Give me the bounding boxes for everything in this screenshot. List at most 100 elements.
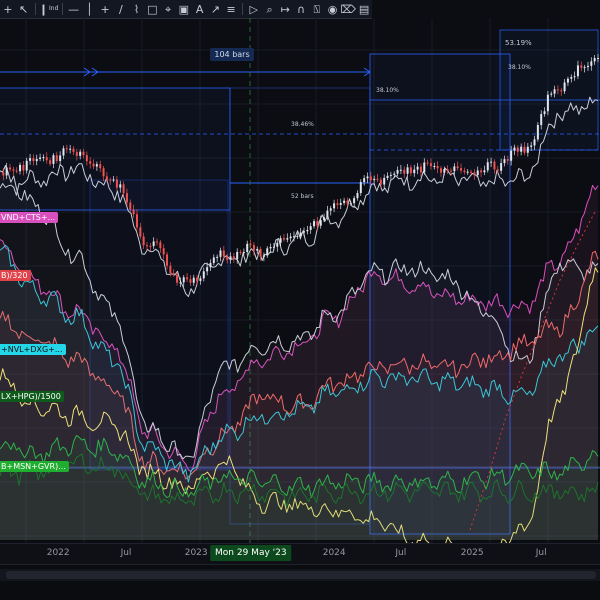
legend-item[interactable]: +NVL+DXG+... xyxy=(0,344,66,355)
text-icon[interactable]: A xyxy=(192,1,208,18)
candle-body xyxy=(12,169,15,171)
candle-body xyxy=(15,170,18,172)
candle-body xyxy=(356,193,359,199)
candle-body xyxy=(75,152,78,156)
candle-body xyxy=(329,208,332,211)
candle-body xyxy=(129,202,132,210)
zoom-icon[interactable]: ⌕ xyxy=(262,1,278,18)
candle-body xyxy=(79,151,82,156)
candle-body xyxy=(450,170,453,172)
candle-body xyxy=(32,158,35,162)
toolbar-glyph: ∕ xyxy=(119,2,123,16)
trash-icon[interactable]: ⌦ xyxy=(340,1,357,18)
magnet-icon[interactable]: ∩ xyxy=(293,1,309,18)
candle-body xyxy=(566,78,569,83)
candle-body xyxy=(19,164,22,172)
legend-item[interactable]: B+MSN+GVR)... xyxy=(0,461,69,472)
candle-body xyxy=(389,174,392,176)
candle-body xyxy=(142,236,145,246)
candle-body xyxy=(99,164,102,169)
candle-body xyxy=(379,179,382,185)
candle-body xyxy=(55,155,58,162)
legend-item[interactable]: B)/320 xyxy=(0,270,31,281)
percent-label: 38.10% xyxy=(508,64,531,71)
candle-body xyxy=(169,265,172,274)
candle-body xyxy=(463,170,466,173)
toolbar-glyph: ↗ xyxy=(210,2,220,16)
candle-body xyxy=(2,172,5,176)
candle-body xyxy=(526,146,529,153)
candle-body xyxy=(336,203,339,205)
candle-body xyxy=(403,169,406,174)
candle-body xyxy=(503,159,506,164)
candle-body xyxy=(396,170,399,174)
crosshair-icon[interactable]: + xyxy=(0,1,16,18)
candle-body xyxy=(513,147,516,151)
fib-icon[interactable]: ≡ xyxy=(223,1,239,18)
candle-body xyxy=(496,169,499,171)
toolbar-glyph: ⌇ xyxy=(133,2,140,16)
pin-icon[interactable]: ⌖ xyxy=(160,1,176,18)
candle-body xyxy=(59,155,62,162)
rectangle-icon[interactable]: □ xyxy=(144,1,160,18)
time-axis[interactable]: 2022 Jul 2023 2024 Jul 2025 Jul Mon 29 May '23 xyxy=(0,543,600,564)
candle-body xyxy=(229,256,232,260)
measure-icon[interactable]: ▣ xyxy=(176,1,192,18)
legend-item[interactable]: VND+CTS+... xyxy=(0,212,59,223)
vertical-line-icon[interactable]: │ xyxy=(81,1,97,18)
toolbar-glyph: ▤ xyxy=(358,2,370,16)
candle-body xyxy=(212,257,215,264)
candle-body xyxy=(346,200,349,204)
cursor-icon[interactable]: ↖ xyxy=(16,1,32,18)
candle-body xyxy=(139,227,142,237)
chart-type-icon[interactable]: ❙ Ind xyxy=(38,1,59,18)
drawing-toolbar: + ↖ ❙ Ind — │ + ∕ ⌇ □ ⌖ ▣ A ↗ ≡ ▷ ⌕ ↦ ∩ ⍂ ◉ ⌦ ▤ xyxy=(0,0,372,19)
time-tick-label: Jul xyxy=(120,548,132,558)
horizontal-line-icon[interactable]: — xyxy=(66,1,82,18)
cross-line-icon[interactable]: + xyxy=(97,1,113,18)
candle-body xyxy=(500,163,503,171)
ruler-icon[interactable]: ↦ xyxy=(277,1,293,18)
candle-body xyxy=(353,198,356,204)
candle-body xyxy=(95,164,98,167)
candle-body xyxy=(426,162,429,164)
scrollbar-thumb[interactable] xyxy=(6,571,596,579)
candle-body xyxy=(299,232,302,237)
toolbar-glyph: ⌦ xyxy=(340,2,357,16)
candle-body xyxy=(453,166,456,172)
candle-body xyxy=(313,221,316,227)
candle-body xyxy=(326,210,329,218)
layers-icon[interactable]: ▤ xyxy=(356,1,372,18)
candle-body xyxy=(546,94,549,112)
candle-body xyxy=(399,169,402,171)
candle-body xyxy=(69,148,72,150)
lock-icon[interactable]: ⍂ xyxy=(309,1,325,18)
candle-body xyxy=(570,77,573,79)
toolbar-glyph: ▷ xyxy=(249,2,259,16)
candle-body xyxy=(232,256,235,259)
candle-body xyxy=(22,164,25,171)
time-tick-label: 2022 xyxy=(46,548,70,558)
arrow-icon[interactable]: ↗ xyxy=(207,1,223,18)
chart-canvas[interactable] xyxy=(0,18,600,543)
toolbar-glyph: + xyxy=(3,2,13,16)
candle-body xyxy=(279,238,282,243)
replay-icon[interactable]: ▷ xyxy=(246,1,262,18)
percent-label: 53.19% xyxy=(505,39,532,47)
candle-body xyxy=(550,93,553,95)
legend-item[interactable]: LX+HPG)/1500 xyxy=(0,391,64,402)
path-icon[interactable]: ⌇ xyxy=(129,1,145,18)
candle-body xyxy=(259,248,262,257)
candle-body xyxy=(286,238,289,240)
candle-body xyxy=(92,163,95,167)
trend-line-icon[interactable]: ∕ xyxy=(113,1,129,18)
candle-body xyxy=(339,202,342,205)
bottom-panel xyxy=(0,564,600,600)
candle-body xyxy=(29,158,32,161)
candle-body xyxy=(72,148,75,153)
candle-body xyxy=(416,166,419,170)
candle-body xyxy=(179,282,182,284)
eye-icon[interactable]: ◉ xyxy=(325,1,341,18)
candle-body xyxy=(319,220,322,226)
toolbar-glyph: ∩ xyxy=(297,2,306,16)
